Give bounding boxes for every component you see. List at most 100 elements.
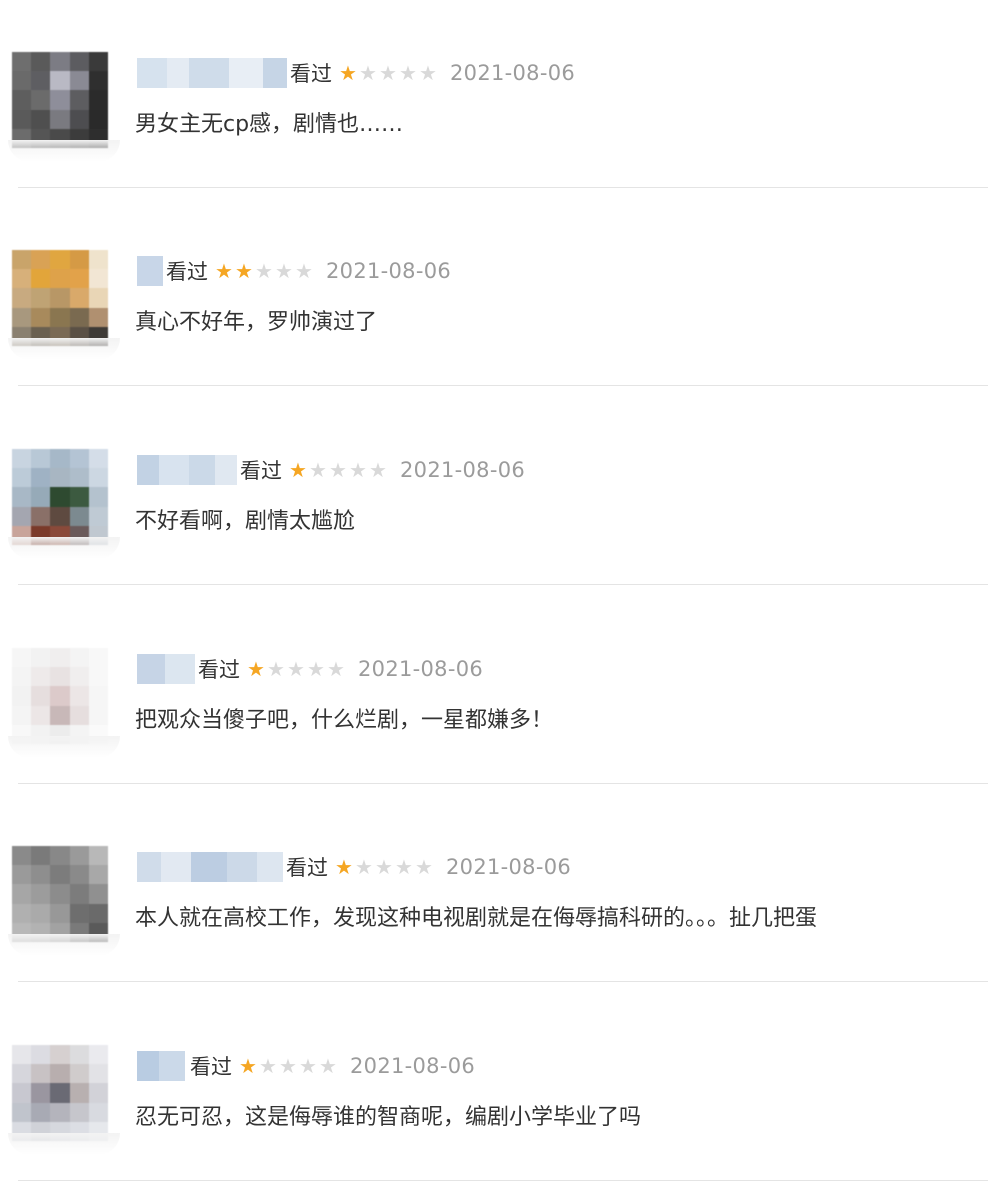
avatar-pixel — [12, 686, 32, 706]
avatar-pixel — [69, 269, 89, 289]
avatar[interactable] — [12, 846, 108, 942]
avatar-pixel — [12, 468, 32, 488]
watched-status: 看过 — [286, 856, 328, 880]
rating-stars: ★ ★ ★ ★ ★ — [214, 261, 314, 281]
avatar-pixel — [31, 269, 51, 289]
avatar-pixel — [12, 269, 32, 289]
review-comment: 忍无可忍，这是侮辱谁的智商呢，编剧小学毕业了吗 — [135, 1105, 642, 1130]
avatar[interactable] — [12, 250, 108, 346]
review-comment: 不好看啊，剧情太尴尬 — [135, 509, 356, 534]
avatar[interactable] — [12, 1045, 108, 1141]
username-mosaic[interactable] — [137, 455, 237, 485]
avatar-pixel — [31, 468, 51, 488]
avatar-pixel — [31, 705, 51, 725]
avatar-pixel — [69, 90, 89, 110]
avatar-pixel — [12, 506, 32, 526]
avatar-pixel — [12, 1064, 32, 1084]
avatar-pixel — [12, 865, 32, 885]
review-meta: 看过 ★ ★ ★ ★ ★ 2021-08-06 — [166, 256, 451, 286]
star-empty-icon: ★ — [287, 657, 305, 681]
avatar-pixel — [88, 109, 108, 129]
rating-stars: ★ ★ ★ ★ ★ — [334, 857, 434, 877]
avatar-pixel — [69, 109, 89, 129]
star-empty-icon: ★ — [395, 855, 413, 879]
review-item: 看过 ★ ★ ★ ★ ★ 2021-08-06 本人就在高校工作，发现这种电视剧就是在侮… — [0, 794, 988, 992]
avatar-pixel — [12, 705, 32, 725]
avatar-pixel — [12, 1102, 32, 1122]
star-empty-icon: ★ — [299, 1054, 317, 1078]
review-comment: 真心不好年，罗帅演过了 — [135, 310, 378, 335]
avatar[interactable] — [12, 449, 108, 545]
avatar-pixel — [88, 648, 108, 668]
username-mosaic[interactable] — [137, 1051, 185, 1081]
avatar-pixel — [50, 52, 70, 72]
avatar-pixel — [88, 1083, 108, 1103]
review-date: 2021-08-06 — [358, 657, 484, 681]
avatar-pixel — [50, 884, 70, 904]
avatar-pixel — [31, 506, 51, 526]
avatar-pixel — [69, 1064, 89, 1084]
avatar-pixel — [12, 449, 32, 469]
avatar-pixel — [69, 903, 89, 923]
star-empty-icon: ★ — [329, 458, 347, 482]
star-filled-icon: ★ — [289, 458, 307, 482]
avatar-pixel — [12, 846, 32, 866]
avatar-pixel — [50, 1083, 70, 1103]
avatar-pixel — [31, 71, 51, 91]
avatar-pixel — [69, 288, 89, 308]
star-empty-icon: ★ — [295, 259, 313, 283]
avatar-pixel — [88, 846, 108, 866]
avatar-pixel — [31, 90, 51, 110]
star-filled-icon: ★ — [335, 855, 353, 879]
avatar-pixel — [50, 1045, 70, 1065]
avatar-pixel — [50, 71, 70, 91]
avatar-pixel — [12, 648, 32, 668]
avatar-pixel — [50, 487, 70, 507]
avatar-pixel — [88, 903, 108, 923]
avatar-pixel — [88, 288, 108, 308]
avatar-pixel — [69, 468, 89, 488]
divider — [18, 584, 988, 585]
avatar-pixel — [69, 307, 89, 327]
star-empty-icon: ★ — [255, 259, 273, 283]
avatar[interactable] — [12, 52, 108, 148]
avatar-pixel — [12, 71, 32, 91]
avatar-pixel — [88, 487, 108, 507]
review-meta: 看过 ★ ★ ★ ★ ★ 2021-08-06 — [190, 1051, 475, 1081]
avatar-pixel — [31, 52, 51, 72]
avatar-pixel — [88, 1102, 108, 1122]
avatar-pixel — [50, 506, 70, 526]
star-filled-icon: ★ — [215, 259, 233, 283]
review-comment: 男女主无cp感，剧情也…… — [135, 112, 404, 137]
star-empty-icon: ★ — [327, 657, 345, 681]
review-comment: 把观众当傻子吧，什么烂剧，一星都嫌多！ — [135, 708, 554, 733]
star-empty-icon: ★ — [379, 61, 397, 85]
review-item: 看过 ★ ★ ★ ★ ★ 2021-08-06 忍无可忍，这是侮辱谁的智商呢，编剧小学毕… — [0, 993, 988, 1191]
username-mosaic[interactable] — [137, 256, 163, 286]
avatar-pixel — [69, 449, 89, 469]
avatar-pixel — [50, 865, 70, 885]
divider — [18, 783, 988, 784]
star-filled-icon: ★ — [235, 259, 253, 283]
avatar-pixel — [31, 686, 51, 706]
review-date: 2021-08-06 — [446, 855, 572, 879]
avatar-pixel — [31, 865, 51, 885]
username-mosaic[interactable] — [137, 852, 283, 882]
avatar-shadow — [8, 140, 120, 162]
rating-stars: ★ ★ ★ ★ ★ — [288, 460, 388, 480]
star-empty-icon: ★ — [419, 61, 437, 85]
star-empty-icon: ★ — [275, 259, 293, 283]
avatar-pixel — [31, 307, 51, 327]
avatar-pixel — [31, 667, 51, 687]
username-mosaic[interactable] — [137, 58, 287, 88]
avatar-shadow — [8, 537, 120, 559]
avatar-pixel — [50, 449, 70, 469]
avatar-pixel — [50, 269, 70, 289]
username-mosaic[interactable] — [137, 654, 195, 684]
review-meta: 看过 ★ ★ ★ ★ ★ 2021-08-06 — [240, 455, 525, 485]
star-empty-icon: ★ — [319, 1054, 337, 1078]
review-date: 2021-08-06 — [450, 61, 576, 85]
avatar-pixel — [31, 846, 51, 866]
avatar-pixel — [88, 52, 108, 72]
avatar[interactable] — [12, 648, 108, 744]
